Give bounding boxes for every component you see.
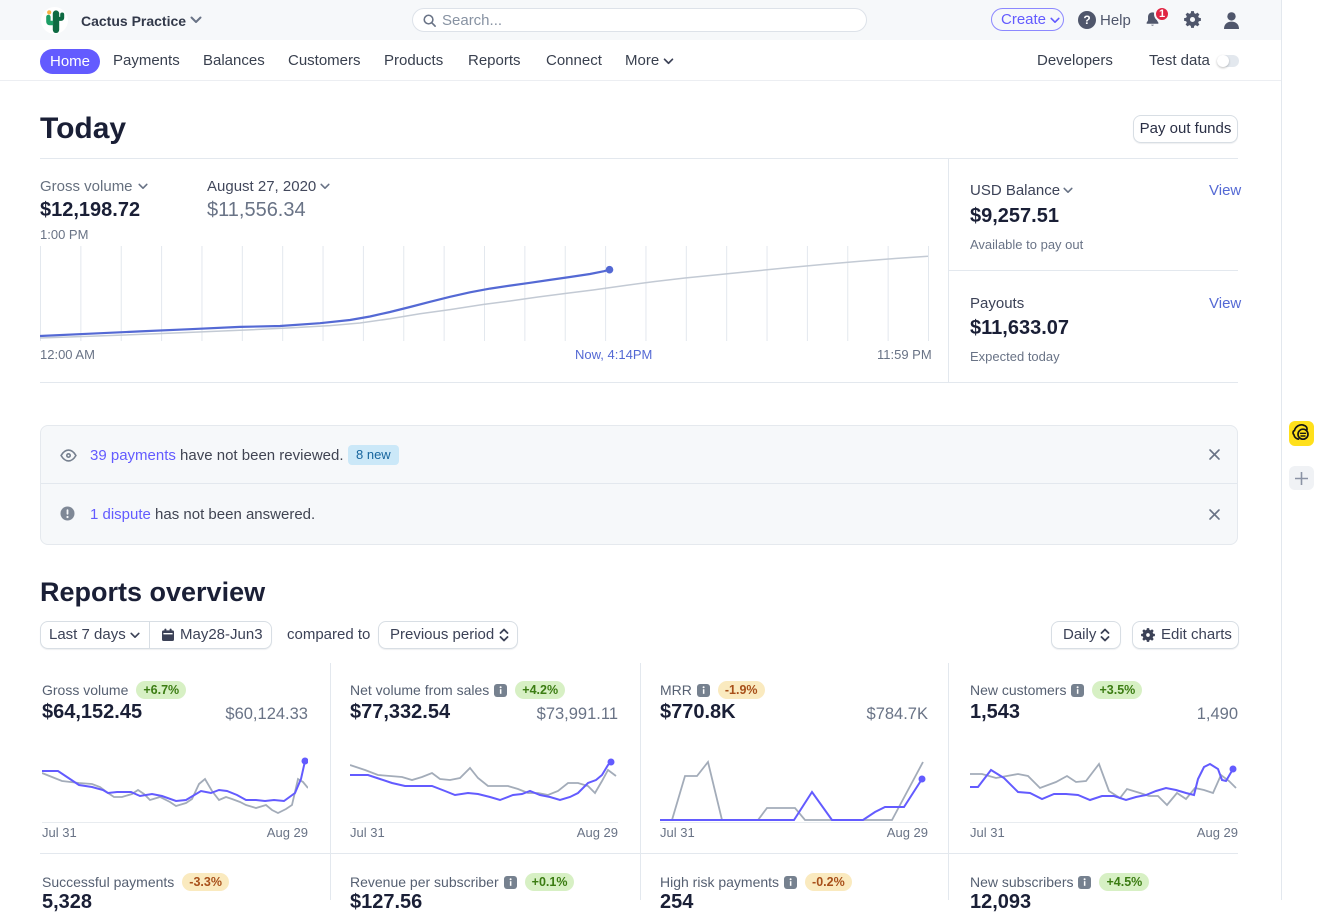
svg-text:?: ?	[1083, 13, 1090, 27]
